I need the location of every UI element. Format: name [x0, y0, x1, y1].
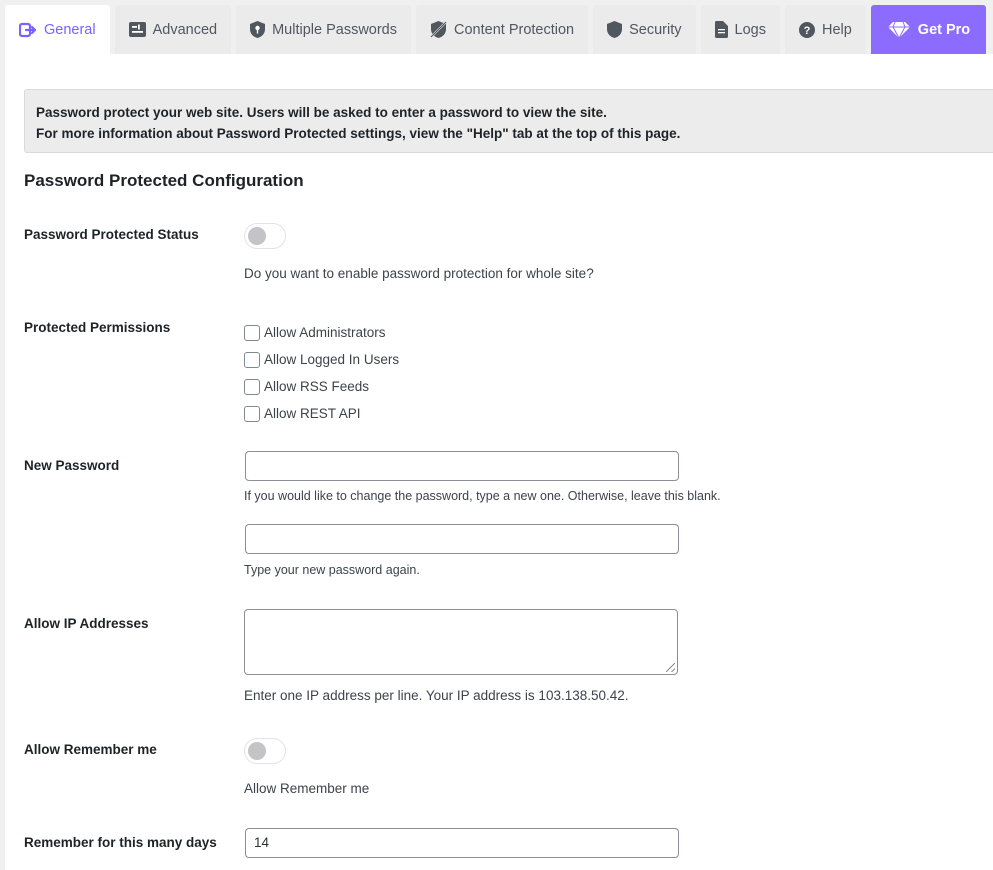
- tab-help[interactable]: ? Help: [784, 5, 866, 54]
- remember-days-label: Remember for this many days: [24, 835, 217, 850]
- allow-ip-help: Enter one IP address per line. Your IP a…: [244, 688, 629, 703]
- permission-option-rest-api[interactable]: Allow REST API: [244, 400, 399, 427]
- remember-me-help: Allow Remember me: [244, 781, 370, 796]
- new-password-input[interactable]: [245, 451, 679, 481]
- sign-in-icon: [19, 22, 37, 38]
- remember-me-toggle[interactable]: [244, 738, 286, 764]
- checkbox[interactable]: [244, 378, 260, 395]
- toggle-knob: [248, 227, 266, 245]
- tab-label: Multiple Passwords: [272, 21, 398, 38]
- notice-line: For more information about Password Prot…: [36, 126, 681, 141]
- tab-label: Help: [821, 21, 852, 38]
- permissions-label: Protected Permissions: [24, 320, 171, 335]
- shield-slash-icon: [430, 21, 447, 38]
- tab-advanced[interactable]: Advanced: [114, 5, 232, 54]
- tab-get-pro[interactable]: Get Pro: [870, 5, 987, 54]
- status-toggle[interactable]: [244, 223, 286, 249]
- section-title: Password Protected Configuration: [24, 171, 304, 190]
- resize-handle[interactable]: [666, 663, 675, 672]
- checkbox[interactable]: [244, 405, 260, 422]
- permission-option-administrators[interactable]: Allow Administrators: [244, 319, 399, 346]
- remember-days-input[interactable]: 14: [245, 828, 679, 858]
- new-password-help: If you would like to change the password…: [244, 489, 721, 503]
- tab-label: Get Pro: [917, 21, 971, 38]
- toggle-knob: [248, 742, 266, 760]
- tab-label: Security: [629, 21, 682, 38]
- option-label: Allow REST API: [264, 406, 361, 421]
- question-circle-icon: ?: [798, 21, 815, 38]
- tab-general[interactable]: General: [5, 5, 110, 54]
- tab-label: Advanced: [152, 21, 218, 38]
- tab-label: General: [44, 21, 96, 38]
- tab-security[interactable]: Security: [593, 5, 696, 54]
- tab-label: Logs: [734, 21, 766, 38]
- settings-tabs: General Advanced Multiple Passwords Cont…: [5, 5, 987, 54]
- document-icon: [714, 21, 728, 38]
- checkbox[interactable]: [244, 324, 260, 341]
- info-notice: Password protect your web site. Users wi…: [24, 89, 993, 153]
- option-label: Allow RSS Feeds: [264, 379, 370, 394]
- confirm-password-help: Type your new password again.: [244, 563, 420, 577]
- allow-ip-textarea[interactable]: [244, 609, 678, 675]
- new-password-label: New Password: [24, 458, 120, 473]
- tab-label: Content Protection: [454, 21, 575, 38]
- tab-multiple-passwords[interactable]: Multiple Passwords: [236, 5, 412, 54]
- svg-text:?: ?: [804, 25, 811, 37]
- remember-me-label: Allow Remember me: [24, 742, 157, 757]
- confirm-password-input[interactable]: [245, 524, 679, 554]
- permission-option-logged-in-users[interactable]: Allow Logged In Users: [244, 346, 399, 373]
- permissions-options: Allow Administrators Allow Logged In Use…: [244, 319, 399, 427]
- status-label: Password Protected Status: [24, 227, 199, 242]
- tab-logs[interactable]: Logs: [700, 5, 780, 54]
- checkbox[interactable]: [244, 351, 260, 368]
- permission-option-rss-feeds[interactable]: Allow RSS Feeds: [244, 373, 399, 400]
- allow-ip-label: Allow IP Addresses: [24, 616, 149, 631]
- sliders-icon: [128, 22, 146, 37]
- status-help: Do you want to enable password protectio…: [244, 266, 594, 281]
- settings-panel: Password protect your web site. Users wi…: [5, 54, 993, 870]
- notice-line: Password protect your web site. Users wi…: [36, 105, 607, 120]
- option-label: Allow Logged In Users: [264, 352, 400, 367]
- shield-icon: [607, 21, 623, 38]
- diamond-icon: [887, 21, 911, 39]
- shield-key-icon: [250, 21, 266, 38]
- tab-content-protection[interactable]: Content Protection: [416, 5, 589, 54]
- option-label: Allow Administrators: [264, 325, 386, 340]
